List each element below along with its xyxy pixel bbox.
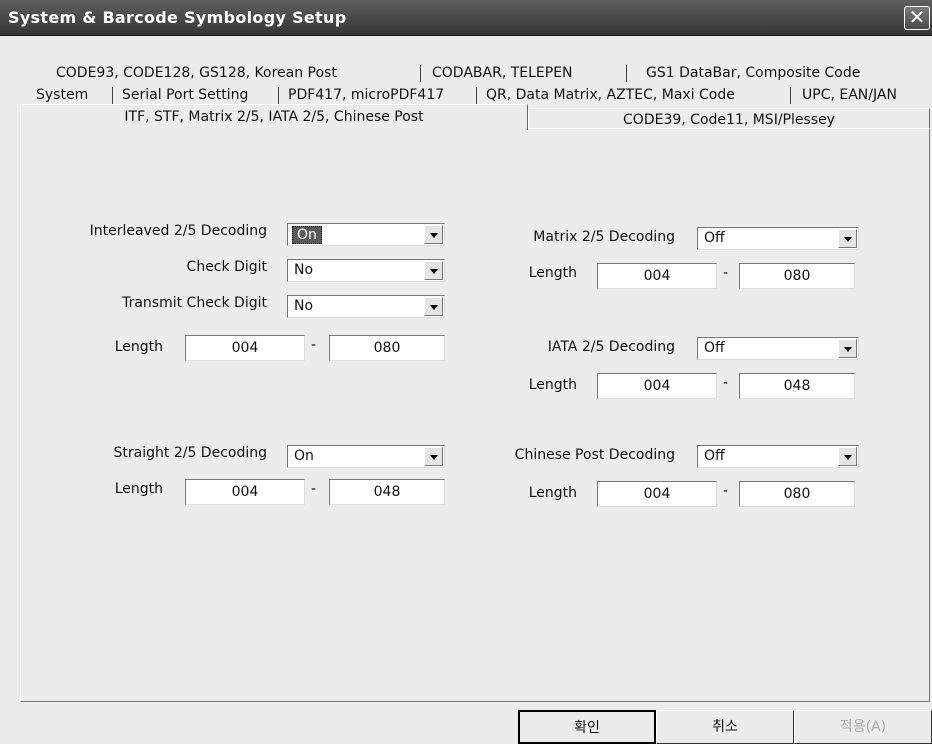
tab-separator	[626, 65, 627, 82]
chinese-post-length-max-field[interactable]: 080	[739, 481, 855, 507]
iata-decoding-label: IATA 2/5 Decoding	[547, 339, 675, 355]
iata-decoding-select[interactable]: Off	[697, 337, 859, 360]
range-dash: -	[723, 265, 729, 281]
i25-length-min-field[interactable]: 004	[185, 335, 305, 361]
s25-length-max-field[interactable]: 048	[329, 479, 445, 505]
chevron-down-icon[interactable]	[838, 447, 857, 466]
s25-decoding-label: Straight 2/5 Decoding	[113, 445, 267, 461]
tab-separator	[112, 87, 113, 104]
iata-length-label: Length	[528, 377, 577, 393]
chevron-down-icon[interactable]	[424, 447, 443, 466]
chinese-post-length-min-field[interactable]: 004	[597, 481, 717, 507]
tab-system[interactable]: System	[30, 84, 94, 106]
m25-length-max-field[interactable]: 080	[739, 263, 855, 289]
tab-itf-active[interactable]: ITF, STF, Matrix 2/5, IATA 2/5, Chinese …	[20, 104, 528, 130]
chevron-down-icon[interactable]	[424, 261, 443, 280]
chinese-post-decoding-value: Off	[704, 448, 725, 464]
chinese-post-length-label: Length	[528, 485, 577, 501]
tab-gs1-databar[interactable]: GS1 DataBar, Composite Code	[640, 62, 866, 84]
close-icon: ✕	[908, 5, 926, 29]
check-digit-label: Check Digit	[186, 259, 267, 275]
dialog-client: CODE93, CODE128, GS128, Korean Post CODA…	[0, 36, 932, 744]
range-dash: -	[311, 481, 317, 497]
i25-length-max-field[interactable]: 080	[329, 335, 445, 361]
ok-button[interactable]: 확인	[518, 710, 656, 744]
tab-row-1: CODE93, CODE128, GS128, Korean Post CODA…	[20, 62, 930, 84]
tab-pdf417[interactable]: PDF417, microPDF417	[282, 84, 450, 106]
tab-code93[interactable]: CODE93, CODE128, GS128, Korean Post	[50, 62, 343, 84]
i25-decoding-select[interactable]: On	[287, 223, 445, 246]
m25-length-label: Length	[528, 265, 577, 281]
i25-decoding-value: On	[292, 226, 322, 244]
m25-decoding-label: Matrix 2/5 Decoding	[533, 229, 675, 245]
s25-length-min-field[interactable]: 004	[185, 479, 305, 505]
chinese-post-decoding-select[interactable]: Off	[697, 445, 859, 468]
tab-separator	[476, 87, 477, 104]
s25-decoding-value: On	[294, 448, 314, 464]
tab-row-2: System Serial Port Setting PDF417, micro…	[20, 84, 930, 106]
check-digit-select[interactable]: No	[287, 259, 445, 282]
tab-code39[interactable]: CODE39, Code11, MSI/Plessey	[528, 108, 930, 130]
iata-decoding-value: Off	[704, 340, 725, 356]
close-button[interactable]: ✕	[904, 6, 930, 30]
s25-decoding-select[interactable]: On	[287, 445, 445, 468]
range-dash: -	[723, 483, 729, 499]
title-bar: System & Barcode Symbology Setup ✕	[0, 0, 932, 36]
window-title: System & Barcode Symbology Setup	[8, 8, 347, 27]
chevron-down-icon[interactable]	[424, 225, 443, 244]
chevron-down-icon[interactable]	[424, 297, 443, 316]
tab-separator	[420, 65, 421, 82]
s25-length-label: Length	[114, 481, 163, 497]
check-digit-value: No	[294, 262, 314, 278]
chinese-post-decoding-label: Chinese Post Decoding	[514, 447, 675, 463]
apply-button[interactable]: 적용(A)	[794, 710, 932, 744]
range-dash: -	[723, 375, 729, 391]
chevron-down-icon[interactable]	[838, 339, 857, 358]
cancel-button[interactable]: 취소	[656, 710, 794, 744]
iata-length-min-field[interactable]: 004	[597, 373, 717, 399]
m25-decoding-value: Off	[704, 230, 725, 246]
tab-qr[interactable]: QR, Data Matrix, AZTEC, Maxi Code	[480, 84, 741, 106]
tab-separator	[790, 87, 791, 104]
tab-codabar[interactable]: CODABAR, TELEPEN	[426, 62, 579, 84]
m25-length-min-field[interactable]: 004	[597, 263, 717, 289]
chevron-down-icon[interactable]	[838, 229, 857, 248]
transmit-check-digit-select[interactable]: No	[287, 295, 445, 318]
tab-upc-ean[interactable]: UPC, EAN/JAN	[796, 84, 903, 106]
transmit-check-digit-value: No	[294, 298, 314, 314]
tab-separator	[278, 87, 279, 104]
tab-panel: Interleaved 2/5 Decoding On Check Digit …	[20, 128, 930, 702]
transmit-check-digit-label: Transmit Check Digit	[122, 295, 267, 311]
iata-length-max-field[interactable]: 048	[739, 373, 855, 399]
i25-decoding-label: Interleaved 2/5 Decoding	[89, 223, 267, 239]
range-dash: -	[311, 337, 317, 353]
tab-serial-port[interactable]: Serial Port Setting	[116, 84, 254, 106]
m25-decoding-select[interactable]: Off	[697, 227, 859, 250]
i25-length-label: Length	[114, 339, 163, 355]
